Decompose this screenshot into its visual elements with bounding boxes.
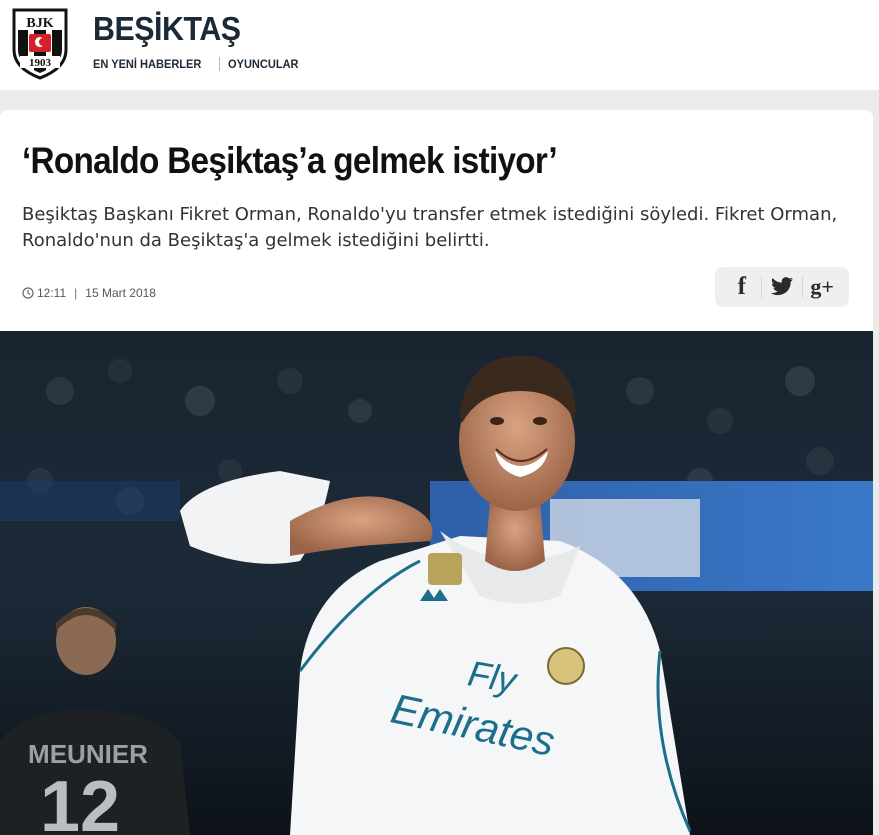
- google-plus-icon[interactable]: g+: [804, 272, 840, 302]
- article-date: 15 Mart 2018: [85, 286, 156, 300]
- nav-item-players[interactable]: OYUNCULAR: [228, 57, 299, 71]
- article-summary: Beşiktaş Başkanı Fikret Orman, Ronaldo'y…: [22, 204, 838, 251]
- site-nav: EN YENİ HABERLER OYUNCULAR: [93, 57, 304, 71]
- article-time: 12:11: [37, 286, 67, 300]
- facebook-icon[interactable]: f: [724, 272, 760, 302]
- article-hero-image[interactable]: MEUNIER 12 Fly Emirates: [0, 331, 873, 835]
- share-bar: f g+: [715, 267, 849, 307]
- shirt-sponsor-line1: Fly: [465, 652, 521, 701]
- clock-icon: [22, 287, 34, 299]
- article-card: ‘Ronaldo Beşiktaş’a gelmek istiyor’ Beşi…: [0, 110, 873, 835]
- article-headline: ‘Ronaldo Beşiktaş’a gelmek istiyor’: [22, 140, 558, 181]
- site-brand[interactable]: BEŞİKTAŞ: [93, 10, 241, 48]
- nav-divider: [218, 57, 220, 71]
- nav-item-latest-news[interactable]: EN YENİ HABERLER: [93, 57, 201, 71]
- twitter-icon[interactable]: [764, 272, 800, 302]
- meta-divider: |: [74, 286, 78, 300]
- background-player-name: MEUNIER: [28, 739, 148, 769]
- share-divider: [801, 276, 803, 298]
- share-divider: [761, 276, 763, 298]
- article-meta: 12:11 | 15 Mart 2018: [22, 286, 156, 300]
- background-player-number: 12: [40, 767, 120, 835]
- logo-text-top: BJK: [26, 16, 53, 31]
- bjk-crest-icon[interactable]: BJK 1903: [10, 6, 70, 80]
- logo-text-bottom: 1903: [29, 57, 52, 69]
- site-header: BJK 1903 BEŞİKTAŞ EN YENİ HABERLER OYUNC…: [0, 0, 879, 90]
